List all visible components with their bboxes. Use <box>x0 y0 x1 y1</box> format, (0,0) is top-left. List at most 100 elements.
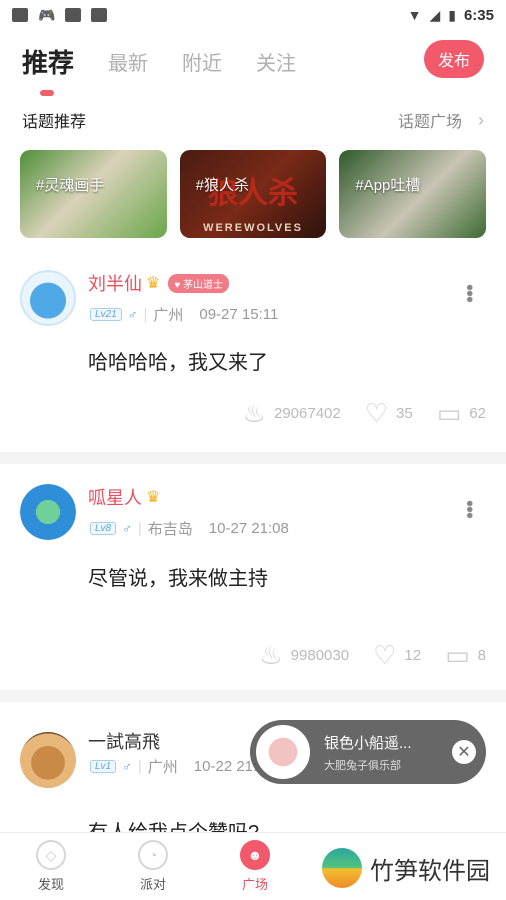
post-meta: Lv1 ♂ | 广州 10-22 21: <box>90 756 257 777</box>
font-icon <box>91 8 108 22</box>
author-name: 呱星人 <box>88 488 142 508</box>
close-icon[interactable]: ✕ <box>452 740 476 764</box>
comments-count: 8 <box>477 646 486 664</box>
topic-square-label: 话题广场 <box>397 114 462 131</box>
comment-icon: ▭ <box>436 398 462 428</box>
wifi-icon: ▼ <box>407 7 422 23</box>
nav-discover[interactable]: ◇ 发现 <box>0 840 102 893</box>
timestamp: 09-27 15:11 <box>199 306 279 323</box>
separator: | <box>143 306 148 323</box>
chevron-right-icon: › <box>478 109 484 130</box>
tab-following[interactable]: 关注 <box>256 47 296 76</box>
more-options-icon[interactable]: ••• <box>457 284 480 302</box>
nav-label: 派对 <box>139 877 166 892</box>
post-meta: Lv21 ♂ | 广州 09-27 15:11 <box>90 304 278 325</box>
gamepad-icon: 🎮 <box>38 6 56 23</box>
crown-icon: ♛ <box>146 489 161 506</box>
watermark-logo <box>322 848 362 888</box>
post-author[interactable]: 一試高飛 <box>88 728 160 754</box>
post-actions: ♨ 29067402 ♡ 35 ▭ 62 <box>219 400 486 426</box>
location: 布吉岛 <box>147 521 193 538</box>
like-button[interactable]: ♡ 12 <box>373 642 421 668</box>
battery-icon: ▮ <box>448 6 456 23</box>
tab-recommend[interactable]: 推荐 <box>22 43 75 96</box>
level-badge: Lv8 <box>90 522 117 535</box>
gender-male-icon: ♂ <box>127 307 138 322</box>
comments-count: 62 <box>469 404 486 422</box>
views-counter: ♨ 29067402 <box>243 400 341 426</box>
clock: 6:35 <box>463 6 494 24</box>
top-tabs: 推荐 最新 附近 关注 发布 <box>22 36 484 96</box>
topic-cards: #灵魂画手 狼人杀 #狼人杀 WEREWOLVES #App吐槽 <box>20 150 487 240</box>
divider <box>0 690 506 702</box>
nav-plaza[interactable]: ☻ 广场 <box>204 840 306 893</box>
topic-card-label: #App吐槽 <box>355 177 421 194</box>
nav-label: 广场 <box>241 877 268 892</box>
title-badge: ♥ 茅山道士 <box>168 273 230 293</box>
timestamp: 10-27 21:08 <box>208 520 289 537</box>
likes-count: 35 <box>396 404 413 422</box>
plaza-icon: ☻ <box>240 840 270 870</box>
views-counter: ♨ 9980030 <box>259 642 349 668</box>
like-button[interactable]: ♡ 35 <box>365 400 413 426</box>
avatar[interactable] <box>20 732 76 788</box>
comment-button[interactable]: ▭ 8 <box>445 642 486 668</box>
party-icon: ◔ <box>138 840 168 870</box>
room-title: 银色小船遥... <box>324 734 412 752</box>
post-meta: Lv8 ♂ | 布吉岛 10-27 21:08 <box>90 518 289 539</box>
crown-icon: ♛ <box>146 275 161 292</box>
topic-card-werewolf[interactable]: 狼人杀 #狼人杀 WEREWOLVES <box>179 150 327 238</box>
nav-label: 发现 <box>37 877 64 892</box>
nav-party[interactable]: ◔ 派对 <box>102 840 204 893</box>
post-author[interactable]: 呱星人 ♛ <box>88 484 160 510</box>
author-name: 一試高飛 <box>88 732 160 752</box>
room-avatar <box>256 725 310 779</box>
divider <box>0 452 506 464</box>
comment-button[interactable]: ▭ 62 <box>437 400 486 426</box>
avatar[interactable] <box>20 270 76 326</box>
bottom-navigation: ◇ 发现 ◔ 派对 ☻ 广场 竹笋软件园 <box>0 832 506 900</box>
badge-label: 茅山道士 <box>183 279 224 291</box>
room-subtitle: 大肥兔子俱乐部 <box>324 759 401 772</box>
timestamp: 10-22 21: <box>193 758 258 775</box>
post-card[interactable]: 刘半仙 ♛ ♥ 茅山道士 Lv21 ♂ | 广州 09-27 15:11 •••… <box>0 260 506 450</box>
avatar[interactable] <box>20 484 76 540</box>
likes-count: 12 <box>404 646 422 664</box>
status-bar: 🎮 ▼ ◢ ▮ 6:35 <box>0 0 506 30</box>
watermark: 竹笋软件园 <box>322 848 490 888</box>
fire-icon: ♨ <box>259 640 283 670</box>
level-badge: Lv1 <box>90 760 117 773</box>
fire-icon: ♨ <box>242 398 266 428</box>
post-content: 尽管说，我来做主持 <box>88 568 268 590</box>
tab-label: 最新 <box>108 52 149 75</box>
publish-button[interactable]: 发布 <box>423 40 484 78</box>
post-author[interactable]: 刘半仙 ♛ ♥ 茅山道士 <box>88 270 230 296</box>
post-card[interactable]: 呱星人 ♛ Lv8 ♂ | 布吉岛 10-27 21:08 ••• 尽管说，我来… <box>0 474 506 689</box>
topic-card-app-complaints[interactable]: #App吐槽 <box>339 150 487 238</box>
watermark-text: 竹笋软件园 <box>370 857 490 885</box>
tab-label: 推荐 <box>22 47 75 78</box>
topics-title: 话题推荐 <box>22 114 87 131</box>
heart-icon: ♡ <box>364 398 389 428</box>
location: 广州 <box>153 307 184 324</box>
tab-nearby[interactable]: 附近 <box>182 47 222 76</box>
gender-male-icon: ♂ <box>122 759 132 774</box>
tab-latest[interactable]: 最新 <box>108 47 148 76</box>
gender-male-icon: ♂ <box>122 521 132 536</box>
signal-icon: ◢ <box>429 6 441 23</box>
tab-label: 关注 <box>256 52 297 75</box>
topic-card-label: #灵魂画手 <box>36 177 105 194</box>
author-name: 刘半仙 <box>88 274 142 294</box>
topics-header: 话题推荐 话题广场 › <box>22 108 484 132</box>
views-count: 9980030 <box>290 646 350 664</box>
location: 广州 <box>147 759 178 776</box>
topic-card-soul-painter[interactable]: #灵魂画手 <box>20 150 167 238</box>
post-actions: ♨ 9980030 ♡ 12 ▭ 8 <box>235 642 486 668</box>
active-tab-indicator <box>40 89 54 96</box>
floating-room-player[interactable]: 银色小船遥... 大肥兔子俱乐部 ✕ <box>250 720 486 784</box>
werewolves-art-text: WEREWOLVES <box>203 222 303 234</box>
topic-square-link[interactable]: 话题广场 › <box>398 108 484 132</box>
separator: | <box>137 758 142 775</box>
more-options-icon[interactable]: ••• <box>457 500 480 518</box>
tab-label: 附近 <box>182 52 223 75</box>
